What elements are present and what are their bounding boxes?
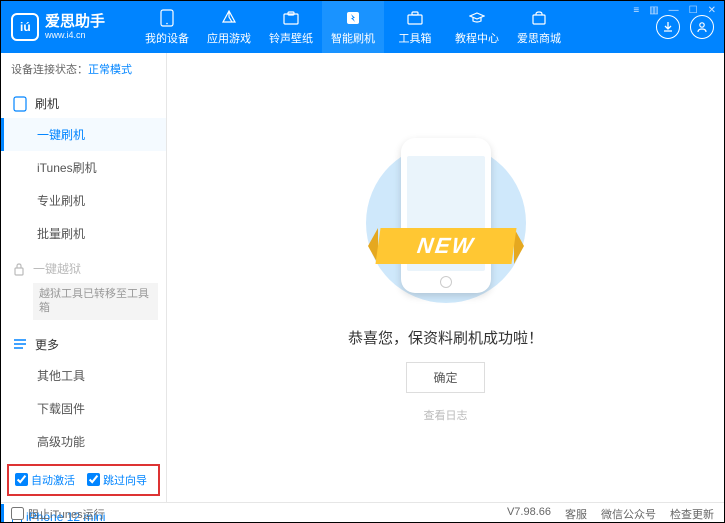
sidebar-item-other-tools[interactable]: 其他工具	[1, 359, 166, 392]
nav-media[interactable]: 铃声壁纸	[260, 1, 322, 53]
checkbox-input[interactable]	[11, 507, 24, 520]
checkbox-input[interactable]	[15, 473, 28, 486]
top-nav: 我的设备 应用游戏 铃声壁纸 智能刷机 工具箱 教程中心	[136, 1, 656, 53]
sidebar-item-oneclick-flash[interactable]: 一键刷机	[1, 118, 166, 151]
nav-tutorial[interactable]: 教程中心	[446, 1, 508, 53]
shop-icon	[530, 9, 548, 27]
sidebar-section-more[interactable]: 更多	[1, 330, 166, 359]
minimize-icon[interactable]: —	[667, 5, 681, 16]
nav-flash[interactable]: 智能刷机	[322, 1, 384, 53]
illustration: NEW	[356, 133, 536, 313]
nav-shop[interactable]: 爱思商城	[508, 1, 570, 53]
download-button[interactable]	[656, 15, 680, 39]
app-name: 爱思助手	[45, 14, 105, 29]
statusbar-right: V7.98.66 客服 微信公众号 检查更新	[507, 506, 714, 522]
nav-toolbox[interactable]: 工具箱	[384, 1, 446, 53]
phone-icon	[158, 9, 176, 27]
nav-apps[interactable]: 应用游戏	[198, 1, 260, 53]
main-content: NEW 恭喜您，保资料刷机成功啦！ 确定 查看日志	[167, 53, 724, 502]
section-title: 一键越狱	[33, 260, 81, 277]
header-right	[656, 15, 714, 39]
nav-label: 应用游戏	[207, 30, 251, 46]
toolbox-icon	[406, 9, 424, 27]
app-window: ≡ ▥ — ☐ ✕ iú 爱思助手 www.i4.cn 我的设备 应用游戏	[0, 0, 725, 523]
success-message: 恭喜您，保资料刷机成功啦！	[348, 327, 543, 348]
checkbox-label: 跳过向导	[103, 472, 147, 488]
nav-label: 我的设备	[145, 30, 189, 46]
nav-label: 智能刷机	[331, 30, 375, 46]
checkbox-auto-activate[interactable]: 自动激活	[15, 472, 75, 488]
window-controls: ≡ ▥ — ☐ ✕	[631, 5, 718, 16]
lock-icon	[13, 262, 25, 276]
close-icon[interactable]: ✕	[706, 5, 718, 16]
connection-status: 设备连接状态：正常模式	[1, 53, 166, 85]
sidebar: 设备连接状态：正常模式 刷机 一键刷机 iTunes刷机 专业刷机 批量刷机 一…	[1, 53, 167, 502]
version-label: V7.98.66	[507, 506, 551, 522]
options-box: 自动激活 跳过向导	[7, 464, 160, 496]
status-value: 正常模式	[88, 64, 132, 76]
nav-label: 工具箱	[399, 30, 432, 46]
support-link[interactable]: 客服	[565, 506, 587, 522]
settings-icon[interactable]: ▥	[647, 5, 660, 16]
nav-label: 铃声壁纸	[269, 30, 313, 46]
check-update-link[interactable]: 检查更新	[670, 506, 714, 522]
flash-icon	[344, 9, 362, 27]
menu-icon[interactable]: ≡	[631, 5, 641, 16]
checkbox-skip-guide[interactable]: 跳过向导	[87, 472, 147, 488]
sidebar-item-batch-flash[interactable]: 批量刷机	[1, 217, 166, 250]
phone-icon	[13, 96, 27, 112]
phone-illustration	[401, 138, 491, 293]
jailbreak-notice: 越狱工具已转移至工具箱	[33, 283, 158, 320]
media-icon	[282, 9, 300, 27]
new-ribbon: NEW	[368, 228, 524, 264]
phone-home-button	[440, 276, 452, 288]
maximize-icon[interactable]: ☐	[687, 5, 700, 16]
checkbox-block-itunes[interactable]: 阻止iTunes运行	[11, 506, 105, 522]
body: 设备连接状态：正常模式 刷机 一键刷机 iTunes刷机 专业刷机 批量刷机 一…	[1, 53, 724, 502]
sidebar-item-itunes-flash[interactable]: iTunes刷机	[1, 151, 166, 184]
section-title: 刷机	[35, 95, 59, 112]
app-url: www.i4.cn	[45, 31, 105, 40]
nav-label: 爱思商城	[517, 30, 561, 46]
tutorial-icon	[468, 9, 486, 27]
apps-icon	[220, 9, 238, 27]
checkbox-input[interactable]	[87, 473, 100, 486]
logo-area: iú 爱思助手 www.i4.cn	[11, 13, 136, 41]
view-log-link[interactable]: 查看日志	[424, 407, 468, 423]
ok-button[interactable]: 确定	[406, 362, 484, 393]
checkbox-label: 自动激活	[31, 472, 75, 488]
sidebar-item-advanced[interactable]: 高级功能	[1, 425, 166, 458]
nav-my-device[interactable]: 我的设备	[136, 1, 198, 53]
nav-label: 教程中心	[455, 30, 499, 46]
list-icon	[13, 338, 27, 350]
user-button[interactable]	[690, 15, 714, 39]
status-label: 设备连接状态：	[11, 64, 88, 76]
sidebar-item-pro-flash[interactable]: 专业刷机	[1, 184, 166, 217]
sidebar-section-jailbreak: 一键越狱	[1, 254, 166, 283]
section-title: 更多	[35, 336, 59, 353]
svg-text:iú: iú	[20, 20, 31, 34]
wechat-link[interactable]: 微信公众号	[601, 506, 656, 522]
sidebar-section-flash[interactable]: 刷机	[1, 89, 166, 118]
checkbox-label: 阻止iTunes运行	[28, 506, 105, 522]
titlebar: iú 爱思助手 www.i4.cn 我的设备 应用游戏 铃声壁纸 智能刷	[1, 1, 724, 53]
app-logo-icon: iú	[11, 13, 39, 41]
sidebar-item-download-firmware[interactable]: 下载固件	[1, 392, 166, 425]
ribbon-text: NEW	[375, 228, 516, 264]
